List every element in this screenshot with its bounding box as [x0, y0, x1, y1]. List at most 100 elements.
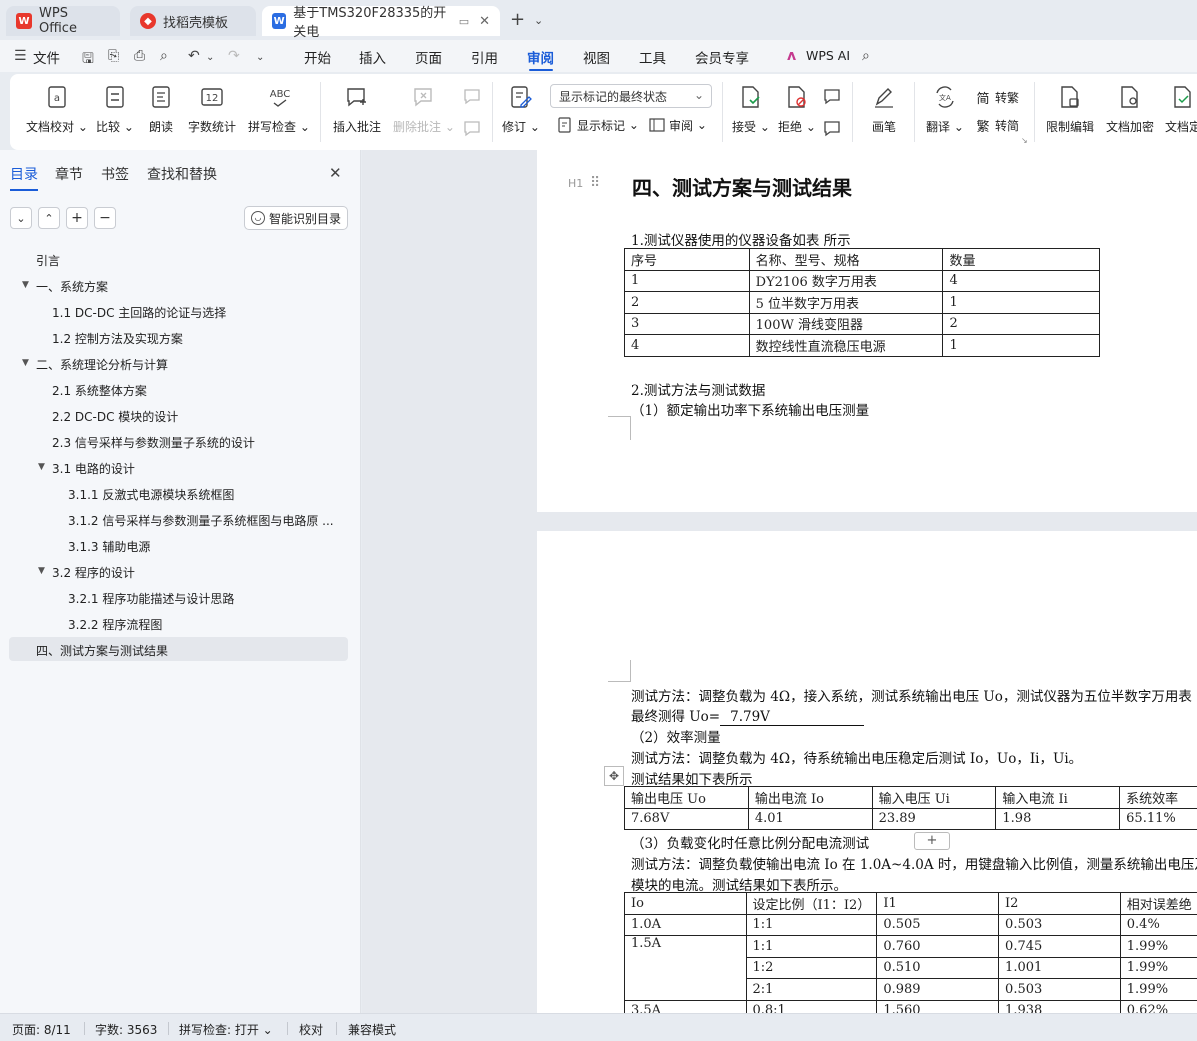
toc-item[interactable]: 2.2 DC-DC 模块的设计: [52, 408, 178, 425]
doc-check-button[interactable]: a 文档校对 ⌄: [26, 84, 88, 135]
status-page[interactable]: 页面: 8/11: [12, 1021, 71, 1038]
table-cell[interactable]: 名称、型号、规格: [748, 248, 944, 271]
monitor-icon[interactable]: ▭: [459, 15, 469, 28]
table-cell[interactable]: 23.89: [871, 807, 997, 830]
menu-wps-ai[interactable]: WPS AI: [806, 48, 850, 63]
new-tab-icon[interactable]: +: [510, 9, 525, 30]
reject-button[interactable]: 拒绝 ⌄: [778, 84, 816, 135]
drag-handle-icon[interactable]: ⠿: [590, 175, 600, 191]
table-cell[interactable]: 1: [624, 269, 750, 292]
toc-item[interactable]: ▼ 二、系统理论分析与计算: [22, 356, 168, 373]
toc-item[interactable]: 3.2.2 程序流程图: [68, 616, 162, 633]
compare-button[interactable]: 比较 ⌄: [96, 84, 134, 135]
chevron-down-icon[interactable]: ⌄: [534, 14, 543, 27]
save-icon[interactable]: 🖫: [82, 48, 94, 72]
table-cell[interactable]: 0.503: [998, 913, 1121, 936]
to-simplified-button[interactable]: 繁 转简: [974, 116, 1019, 135]
track-changes-button[interactable]: 修订 ⌄: [502, 84, 540, 135]
table-cell[interactable]: 序号: [624, 248, 750, 271]
search-icon[interactable]: ⌕: [862, 48, 870, 64]
show-markup-button[interactable]: 显示标记 ⌄: [556, 116, 639, 134]
insert-comment-button[interactable]: 插入批注: [333, 84, 381, 135]
spell-check-button[interactable]: ABC 拼写检查 ⌄: [248, 84, 310, 135]
table-header-cell[interactable]: 相对误差绝: [1119, 892, 1197, 915]
to-traditional-button[interactable]: 简 转繁: [974, 88, 1019, 107]
toc-item[interactable]: 3.1.1 反激式电源模块系统框图: [68, 486, 234, 503]
tab-wps-office[interactable]: W WPS Office: [6, 6, 120, 36]
table-cell[interactable]: 1.99%: [1119, 978, 1197, 1001]
table-cell[interactable]: 输出电压 Uo: [624, 786, 749, 809]
remove-heading-button[interactable]: −: [94, 207, 116, 229]
table-cell[interactable]: 3: [624, 312, 750, 335]
table-cell[interactable]: 输入电压 Ui: [871, 786, 997, 809]
table-header-cell[interactable]: I2: [998, 892, 1121, 915]
more-dropdown-icon[interactable]: ⌄: [256, 52, 264, 63]
table-header-cell[interactable]: 设定比例（I1：I2）: [745, 892, 878, 915]
undo-icon[interactable]: ↶: [188, 48, 200, 64]
menu-insert[interactable]: 插入: [359, 47, 386, 67]
restrict-edit-button[interactable]: 限制编辑: [1046, 84, 1094, 135]
toc-item[interactable]: 引言: [36, 252, 60, 269]
table-cell[interactable]: 0.62%: [1119, 999, 1197, 1013]
table-cell[interactable]: 1.938: [998, 999, 1121, 1013]
redo-icon[interactable]: ↷: [228, 48, 240, 64]
toc-item[interactable]: 3.1.3 辅助电源: [68, 538, 150, 555]
table-cell[interactable]: 2: [942, 312, 1100, 335]
expand-toc-button[interactable]: ⌃: [38, 207, 60, 229]
prev-change-button[interactable]: [820, 84, 846, 110]
prev-comment-button[interactable]: [460, 84, 486, 110]
collapse-toc-button[interactable]: ⌄: [10, 207, 32, 229]
table-cell[interactable]: 1.99%: [1119, 935, 1197, 958]
doc-encrypt-button[interactable]: 文档加密: [1106, 84, 1154, 135]
table-cell[interactable]: 0.4%: [1119, 913, 1197, 936]
table-header-cell[interactable]: I1: [876, 892, 1000, 915]
smart-toc-button[interactable]: ◡ 智能识别目录: [244, 206, 348, 230]
table-cell[interactable]: 100W 滑线变阻器: [748, 312, 944, 335]
table-cell[interactable]: 数量: [942, 248, 1100, 271]
dialog-launcher-icon[interactable]: ↘: [1021, 136, 1028, 145]
table-cell[interactable]: 1.99%: [1119, 956, 1197, 979]
toc-item[interactable]: ▼ 3.2 程序的设计: [38, 564, 135, 581]
accept-button[interactable]: 接受 ⌄: [732, 84, 770, 135]
close-tab-icon[interactable]: ✕: [479, 14, 490, 29]
table-cell[interactable]: 1.0A: [624, 913, 747, 936]
toc-item[interactable]: ▼ 3.1 电路的设计: [38, 460, 135, 477]
menu-tools[interactable]: 工具: [639, 47, 666, 67]
table-cell[interactable]: 0.510: [876, 956, 1000, 979]
delete-comment-button[interactable]: 删除批注 ⌄: [393, 84, 455, 135]
toc-item[interactable]: 四、测试方案与测试结果: [36, 642, 168, 659]
next-comment-button[interactable]: [460, 116, 486, 142]
table-cell[interactable]: 1:1: [745, 913, 878, 936]
table-cell[interactable]: 0.8:1: [745, 999, 878, 1013]
table-cell[interactable]: 2:1: [745, 978, 878, 1001]
menu-home[interactable]: 开始: [304, 47, 331, 67]
status-spell-check[interactable]: 拼写检查: 打开 ⌄: [179, 1021, 273, 1038]
toc-item[interactable]: 3.1.2 信号采样与参数测量子系统框图与电路原 ...: [68, 512, 334, 529]
status-proofread[interactable]: 校对: [299, 1021, 323, 1038]
table-cell[interactable]: 0.760: [876, 935, 1000, 958]
export-pdf-icon[interactable]: ⎘: [108, 48, 119, 64]
table-cell[interactable]: 0.503: [998, 978, 1121, 1001]
close-pane-icon[interactable]: ✕: [329, 164, 342, 182]
menu-member[interactable]: 会员专享: [695, 47, 749, 67]
table-cell[interactable]: DY2106 数字万用表: [748, 269, 944, 292]
toc-item[interactable]: 3.2.1 程序功能描述与设计思路: [68, 590, 234, 607]
word-count-button[interactable]: 12 字数统计: [188, 84, 236, 135]
review-pane-button[interactable]: 审阅 ⌄: [648, 116, 707, 134]
table-cell[interactable]: 1.98: [995, 807, 1121, 830]
table-cell[interactable]: 1: [942, 334, 1100, 357]
toc-item[interactable]: ▼ 一、系统方案: [22, 278, 108, 295]
table-cell[interactable]: 1.560: [876, 999, 1000, 1013]
toc-item[interactable]: 2.1 系统整体方案: [52, 382, 147, 399]
nav-tab-bookmarks[interactable]: 书签: [101, 164, 129, 184]
table-cell[interactable]: 1: [942, 291, 1100, 314]
status-word-count[interactable]: 字数: 3563: [95, 1021, 157, 1038]
table-cell[interactable]: 0.505: [876, 913, 1000, 936]
table-cell[interactable]: 输入电流 Ii: [995, 786, 1121, 809]
table-cell[interactable]: 7.68V: [624, 807, 749, 830]
table-cell[interactable]: 3.5A: [624, 999, 747, 1013]
nav-tab-sections[interactable]: 章节: [55, 164, 83, 184]
tab-current-document[interactable]: W 基于TMS320F28335的开关电 ▭ ✕: [262, 6, 500, 40]
table-cell[interactable]: 65.11%: [1119, 807, 1197, 830]
table-cell[interactable]: 0.989: [876, 978, 1000, 1001]
